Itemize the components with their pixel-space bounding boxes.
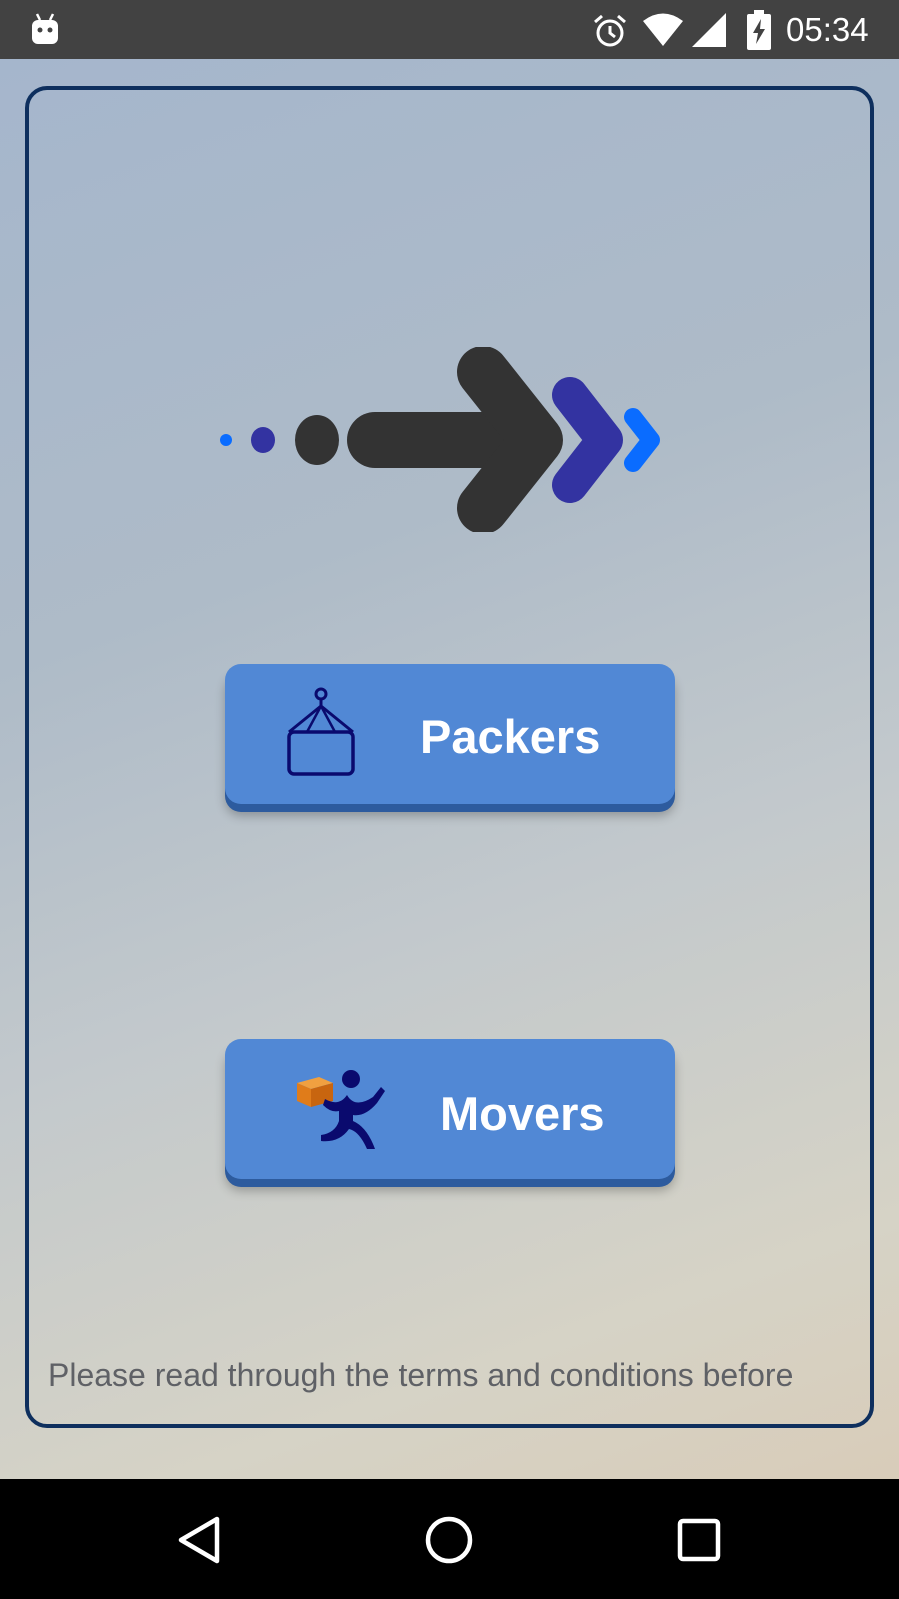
navigation-bar <box>0 1479 899 1599</box>
status-clock: 05:34 <box>786 11 869 48</box>
alarm-icon <box>594 14 626 47</box>
battery-charging-icon <box>747 10 771 50</box>
signal-icon <box>692 13 726 47</box>
app-content: Packers Movers Please read through the t… <box>0 59 899 1479</box>
home-icon[interactable] <box>423 1514 475 1566</box>
status-bar: 05:34 <box>0 0 899 59</box>
terms-notice[interactable]: Please read through the terms and condit… <box>48 1355 888 1395</box>
android-debug-icon <box>32 13 58 44</box>
recents-icon[interactable] <box>673 1514 725 1566</box>
wifi-icon <box>643 13 683 46</box>
packers-label: Packers <box>420 710 601 763</box>
running-person-box-icon <box>297 1070 385 1149</box>
packers-button[interactable]: Packers <box>225 664 675 804</box>
back-icon[interactable] <box>175 1514 227 1566</box>
movers-button[interactable]: Movers <box>225 1039 675 1179</box>
hanging-box-icon <box>287 687 355 776</box>
movers-label: Movers <box>440 1087 605 1140</box>
arrow-chevrons-logo <box>220 347 660 532</box>
